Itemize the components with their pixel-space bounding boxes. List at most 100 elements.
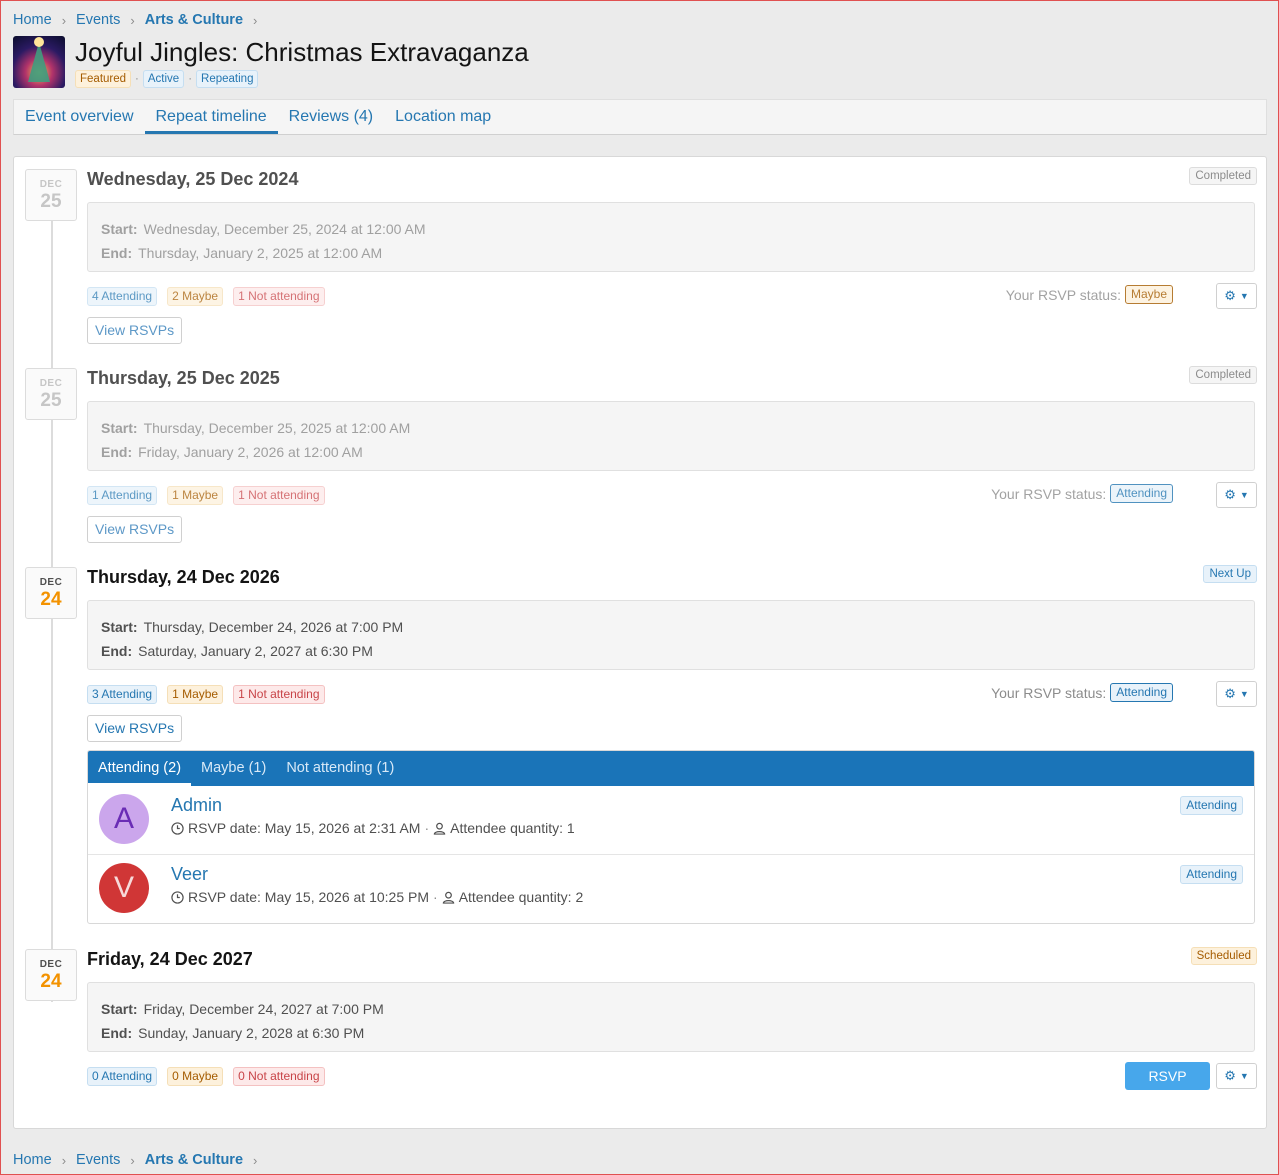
occurrence-title: Thursday, 24 Dec 2026 (87, 567, 280, 587)
attendee-quantity: Attendee quantity: 1 (450, 820, 575, 836)
tab-attending[interactable]: Attending (2) (88, 751, 192, 786)
maybe-count[interactable]: 0 Maybe (167, 1067, 224, 1086)
not-attending-count[interactable]: 1 Not attending (233, 486, 325, 505)
not-attending-count[interactable]: 1 Not attending (233, 287, 325, 306)
event-tags: Featured · Active · Repeating (75, 70, 529, 88)
occurrence-settings-button[interactable]: ⚙ ▼ (1216, 482, 1257, 508)
status-badge: Completed (1189, 366, 1257, 384)
caret-down-icon: ▼ (1239, 1071, 1249, 1081)
view-rsvps-button[interactable]: View RSVPs (87, 317, 183, 344)
tab-repeat-timeline[interactable]: Repeat timeline (144, 99, 278, 134)
status-badge: Attending (1180, 865, 1243, 884)
end-line: End: Thursday, January 2, 2025 at 12:00 A… (101, 241, 1241, 265)
clock-icon (171, 821, 184, 835)
date-box: DEC 25 (25, 368, 77, 420)
rsvp-date: RSVP date: May 15, 2026 at 10:25 PM (188, 889, 430, 905)
end-value: Sunday, January 2, 2028 at 6:30 PM (138, 1025, 365, 1041)
breadcrumb: Home › Events › Arts & Culture › (13, 12, 267, 28)
start-value: Thursday, December 25, 2025 at 12:00 AM (143, 420, 411, 436)
attending-count[interactable]: 1 Attending (87, 486, 158, 505)
occurrence-title: Friday, 24 Dec 2027 (87, 949, 253, 969)
date-box: DEC 25 (25, 169, 77, 221)
start-line: Start: Thursday, December 25, 2025 at 12:… (101, 416, 1241, 440)
start-value: Friday, December 24, 2027 at 7:00 PM (143, 1001, 384, 1017)
status-badge: Next Up (1203, 565, 1257, 583)
start-value: Thursday, December 24, 2026 at 7:00 PM (143, 619, 404, 635)
attendee-quantity: Attendee quantity: 2 (458, 889, 584, 905)
maybe-count[interactable]: 2 Maybe (167, 287, 224, 306)
chevron-right-icon: › (61, 1152, 67, 1168)
repeat-timeline-panel: DEC 25 Wednesday, 25 Dec 2024 Completed … (13, 156, 1267, 1129)
chevron-right-icon: › (253, 1152, 258, 1168)
rsvp-counts: 4 Attending 2 Maybe 1 Not attending (87, 287, 335, 306)
chevron-right-icon: › (130, 12, 135, 28)
maybe-count[interactable]: 1 Maybe (167, 685, 224, 704)
date-day: 25 (40, 390, 62, 411)
occurrence-settings-button[interactable]: ⚙ ▼ (1216, 283, 1257, 309)
start-label: Start: (101, 420, 138, 436)
user-name-link[interactable]: Veer (171, 864, 208, 885)
repeating-tag: Repeating (196, 70, 259, 88)
user-name-link[interactable]: Admin (171, 795, 222, 816)
meta-separator: · (433, 889, 438, 905)
breadcrumb-events[interactable]: Events (76, 1152, 120, 1168)
active-tag: Active (142, 70, 185, 88)
rsvp-date: RSVP date: May 15, 2026 at 2:31 AM (188, 820, 421, 836)
caret-down-icon: ▼ (1239, 291, 1249, 301)
gear-icon: ⚙ (1224, 686, 1236, 701)
attending-count[interactable]: 3 Attending (87, 685, 158, 704)
event-header: Joyful Jingles: Christmas Extravaganza F… (13, 36, 529, 88)
status-badge: Scheduled (1190, 947, 1257, 965)
tab-event-overview[interactable]: Event overview (14, 99, 145, 134)
status-badge: Attending (1180, 796, 1243, 815)
start-line: Start: Wednesday, December 25, 2024 at 12… (101, 217, 1241, 241)
avatar[interactable]: A (99, 794, 149, 844)
tab-location-map[interactable]: Location map (384, 99, 502, 134)
rsvp-status-badge: Attending (1110, 683, 1173, 702)
not-attending-count[interactable]: 0 Not attending (233, 1067, 325, 1086)
tab-maybe[interactable]: Maybe (1) (191, 751, 276, 786)
your-rsvp-status: Your RSVP status: Maybe (1006, 285, 1173, 304)
user-icon (442, 891, 454, 904)
not-attending-count[interactable]: 1 Not attending (233, 685, 325, 704)
start-value: Wednesday, December 25, 2024 at 12:00 AM (143, 221, 426, 237)
view-rsvps-button[interactable]: View RSVPs (87, 715, 183, 742)
occurrence-title: Thursday, 25 Dec 2025 (87, 368, 280, 388)
rsvp-status-label: Your RSVP status: (991, 684, 1107, 701)
start-line: Start: Thursday, December 24, 2026 at 7:0… (101, 615, 1241, 639)
date-month: DEC (39, 179, 63, 190)
star-icon (34, 37, 44, 47)
rsvp-list-tabs: Attending (2) Maybe (1) Not attending (1… (88, 751, 1254, 786)
status-badge: Completed (1189, 167, 1257, 185)
end-label: End: (101, 444, 133, 460)
date-day: 24 (40, 971, 62, 992)
date-day: 24 (40, 589, 62, 610)
breadcrumb-arts-culture[interactable]: Arts & Culture (145, 1152, 243, 1168)
gear-icon: ⚙ (1224, 1068, 1236, 1083)
breadcrumb-arts-culture[interactable]: Arts & Culture (145, 12, 243, 28)
attending-count[interactable]: 0 Attending (87, 1067, 158, 1086)
tab-reviews[interactable]: Reviews (4) (278, 99, 384, 134)
breadcrumb-home[interactable]: Home (13, 1152, 52, 1168)
your-rsvp-status: Your RSVP status: Attending (991, 484, 1173, 503)
rsvp-counts: 0 Attending 0 Maybe 0 Not attending (87, 1067, 335, 1086)
christmas-tree-icon (28, 42, 50, 82)
tag-separator: · (135, 73, 139, 85)
occurrence-settings-button[interactable]: ⚙ ▼ (1216, 1063, 1257, 1089)
breadcrumb-events[interactable]: Events (76, 12, 120, 28)
maybe-count[interactable]: 1 Maybe (167, 486, 224, 505)
event-tabs: Event overview Repeat timeline Reviews (… (13, 99, 1267, 135)
tab-not-attending[interactable]: Not attending (1) (276, 751, 404, 786)
clock-icon (171, 890, 184, 904)
list-item: V Veer RSVP date: May 15, 2026 at 10:25 … (88, 855, 1254, 923)
view-rsvps-button[interactable]: View RSVPs (87, 516, 183, 543)
attending-count[interactable]: 4 Attending (87, 287, 158, 306)
start-line: Start: Friday, December 24, 2027 at 7:00 … (101, 997, 1241, 1021)
occurrence-settings-button[interactable]: ⚙ ▼ (1216, 681, 1257, 707)
event-thumbnail[interactable] (13, 36, 65, 88)
end-label: End: (101, 1025, 133, 1041)
avatar[interactable]: V (99, 863, 149, 913)
breadcrumb-footer: Home › Events › Arts & Culture › (13, 1152, 267, 1168)
rsvp-button[interactable]: RSVP (1125, 1062, 1210, 1090)
breadcrumb-home[interactable]: Home (13, 12, 52, 28)
